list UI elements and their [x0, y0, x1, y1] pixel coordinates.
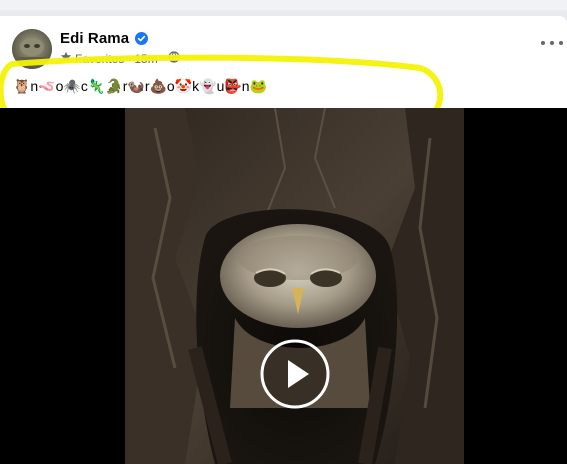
- owl-video-still: [125, 108, 464, 464]
- meta-separator: ·: [127, 51, 132, 66]
- author-name[interactable]: Edi Rama: [60, 30, 129, 47]
- top-strip: [0, 0, 567, 10]
- play-icon: [260, 339, 330, 409]
- play-button[interactable]: [259, 338, 331, 410]
- post-meta: Favorites · 15m ·: [60, 51, 180, 66]
- post-timestamp[interactable]: 15m: [134, 52, 157, 66]
- post-text: 🦉n🪱o🕷️c🦎🐊r🦦r💩o🤡k👻u👺n🐸: [13, 78, 268, 94]
- star-icon: [60, 51, 72, 66]
- facebook-feed-view: Edi Rama Favorites · 15m · 🦉n🪱o🕷️c🦎🐊r🦦r💩…: [0, 0, 567, 464]
- audience-label[interactable]: Favorites: [75, 52, 124, 66]
- post-header: Edi Rama Favorites · 15m · 🦉n🪱o🕷️c🦎🐊r🦦r💩…: [0, 16, 567, 130]
- post-card: Edi Rama Favorites · 15m · 🦉n🪱o🕷️c🦎🐊r🦦r💩…: [0, 16, 567, 464]
- avatar[interactable]: [12, 29, 52, 69]
- verified-badge-icon: [135, 32, 149, 45]
- globe-icon[interactable]: [168, 51, 180, 66]
- more-options-icon[interactable]: [541, 36, 563, 50]
- avatar-image: [12, 29, 52, 69]
- author-row: Edi Rama: [60, 30, 149, 47]
- meta-separator-2: ·: [160, 51, 165, 66]
- video-frame: [125, 108, 464, 464]
- video-player[interactable]: [0, 108, 567, 464]
